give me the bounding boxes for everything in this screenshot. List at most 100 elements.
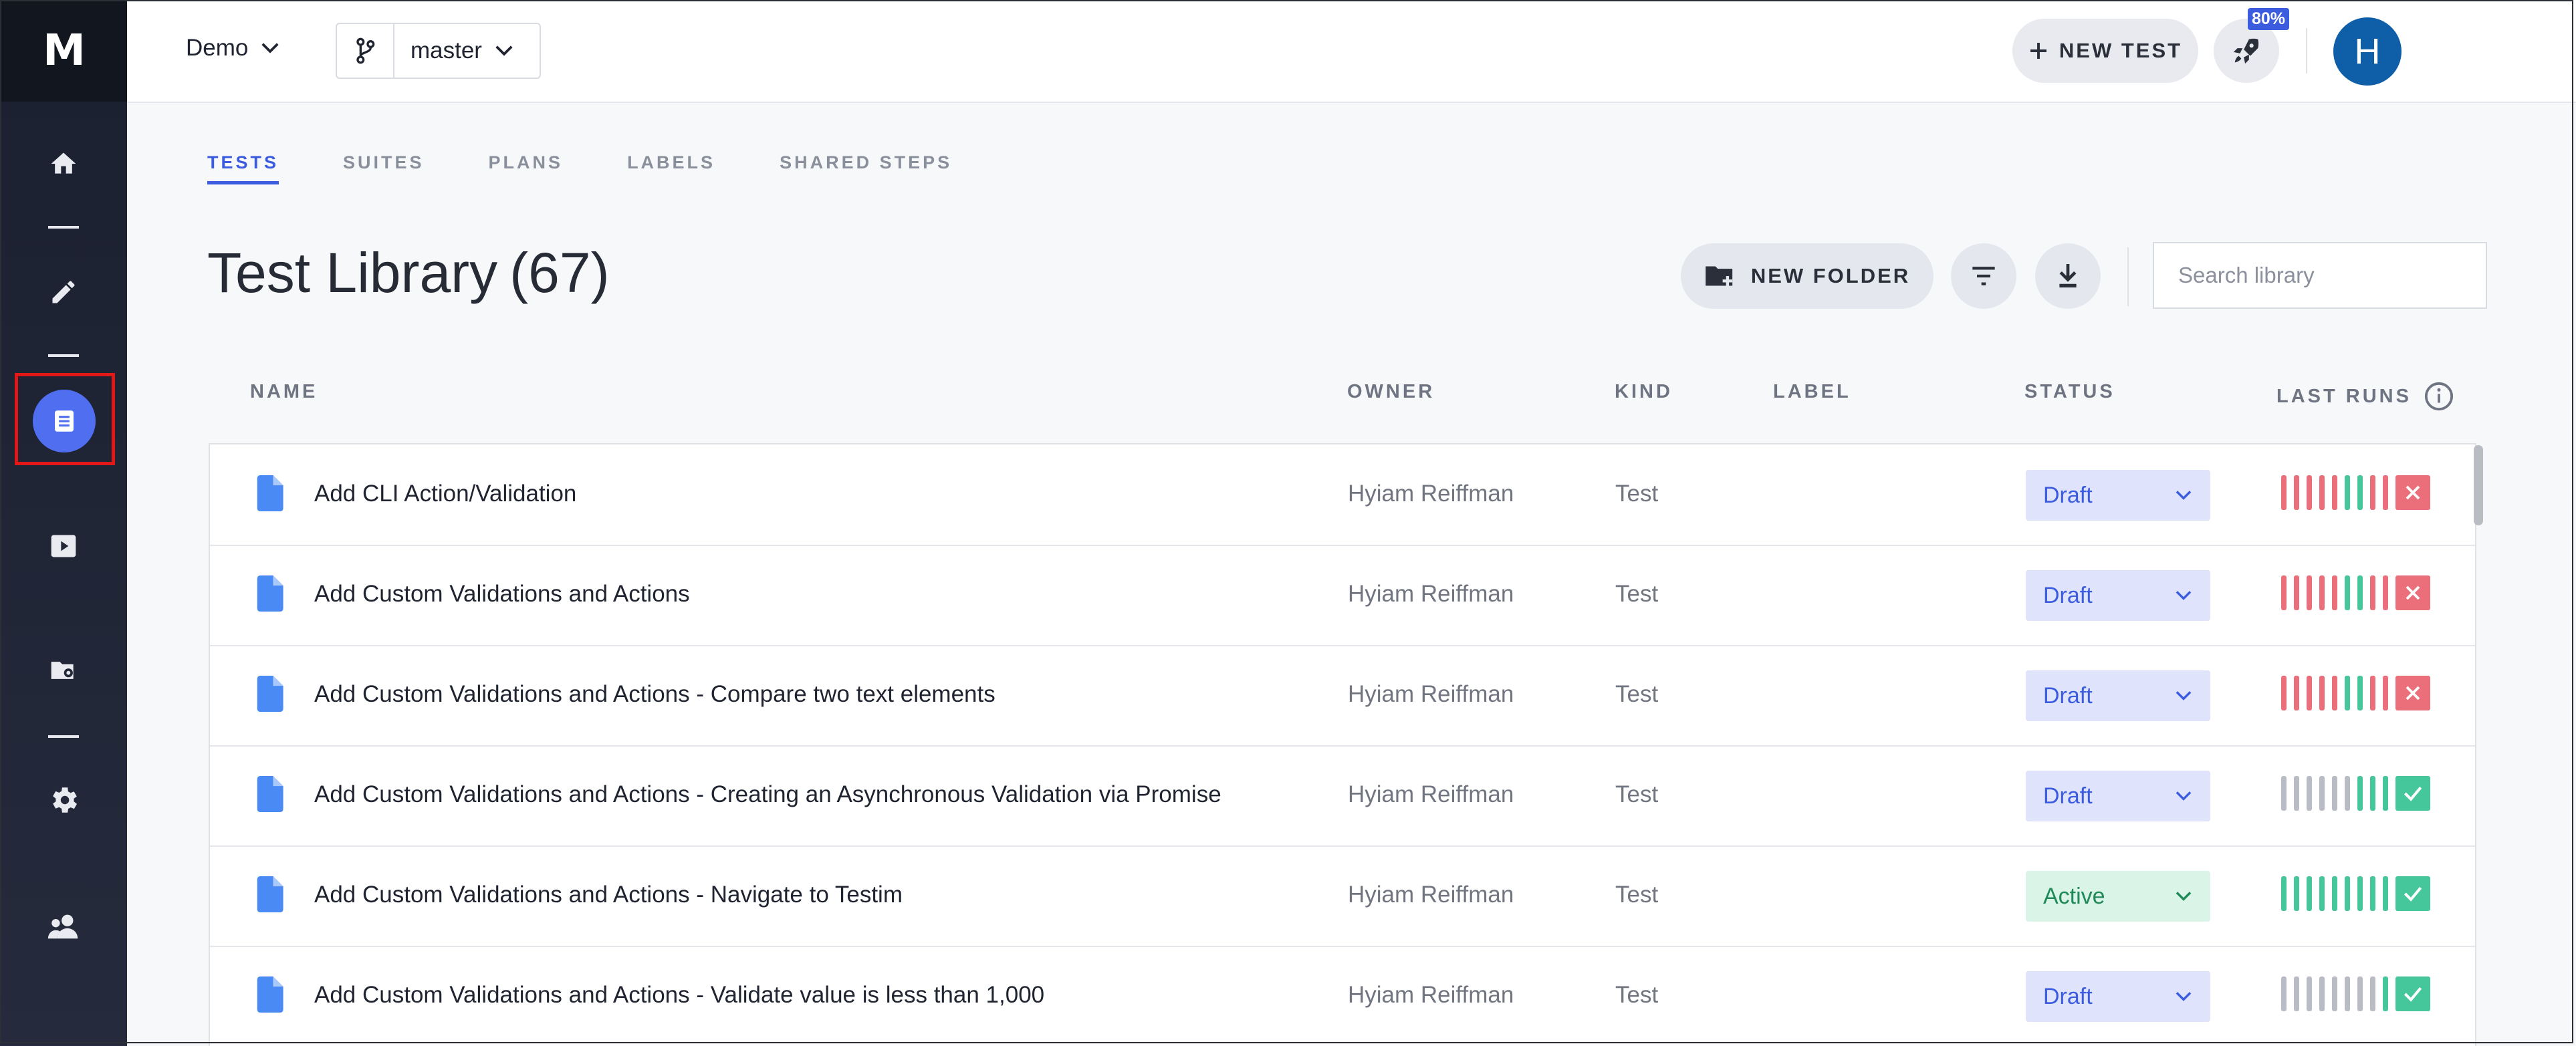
test-name[interactable]: Add Custom Validations and Actions - Com… — [314, 681, 996, 708]
run-bar[interactable] — [2294, 575, 2299, 610]
run-bar[interactable] — [2370, 876, 2375, 911]
run-bar[interactable] — [2357, 475, 2363, 510]
run-bar[interactable] — [2383, 776, 2388, 811]
run-bar[interactable] — [2370, 776, 2375, 811]
new-folder-button[interactable]: NEW FOLDER — [1681, 243, 1934, 309]
run-bar[interactable] — [2319, 776, 2325, 811]
run-bar[interactable] — [2294, 976, 2299, 1011]
run-bar[interactable] — [2370, 575, 2375, 610]
run-bar[interactable] — [2319, 876, 2325, 911]
table-row[interactable]: Add Custom Validations and Actions - Cre… — [210, 745, 2475, 847]
avatar[interactable]: H — [2333, 17, 2402, 86]
run-bar[interactable] — [2307, 475, 2312, 510]
filter-button[interactable] — [1951, 243, 2016, 309]
run-bar[interactable] — [2383, 475, 2388, 510]
run-bar[interactable] — [2357, 976, 2363, 1011]
run-bar[interactable] — [2332, 575, 2337, 610]
column-header-owner[interactable]: OWNER — [1347, 381, 1435, 403]
run-bar[interactable] — [2307, 976, 2312, 1011]
run-bar[interactable] — [2345, 676, 2350, 710]
table-row[interactable]: Add Custom Validations and Actions - Nav… — [210, 845, 2475, 947]
column-header-label[interactable]: LABEL — [1773, 381, 1851, 403]
run-bar[interactable] — [2294, 776, 2299, 811]
run-bar[interactable] — [2281, 976, 2287, 1011]
run-bar[interactable] — [2383, 976, 2388, 1011]
test-name[interactable]: Add Custom Validations and Actions — [314, 581, 690, 608]
status-dropdown[interactable]: Draft — [2026, 670, 2210, 721]
run-bar[interactable] — [2281, 575, 2287, 610]
run-bar[interactable] — [2332, 676, 2337, 710]
run-bar[interactable] — [2383, 676, 2388, 710]
run-bar[interactable] — [2307, 676, 2312, 710]
info-icon[interactable] — [2424, 381, 2454, 412]
run-bar[interactable] — [2319, 976, 2325, 1011]
table-row[interactable]: Add Custom Validations and Actions - Com… — [210, 645, 2475, 747]
search-input[interactable] — [2153, 242, 2487, 309]
tab-labels[interactable]: LABELS — [627, 152, 715, 184]
run-bar[interactable] — [2370, 475, 2375, 510]
last-run-result[interactable] — [2395, 575, 2430, 610]
tab-suites[interactable]: SUITES — [343, 152, 425, 184]
run-bar[interactable] — [2332, 776, 2337, 811]
run-bar[interactable] — [2281, 776, 2287, 811]
project-selector[interactable]: Demo — [186, 35, 280, 61]
tab-shared-steps[interactable]: SHARED STEPS — [780, 152, 952, 184]
last-run-result[interactable] — [2395, 776, 2430, 811]
test-name[interactable]: Add Custom Validations and Actions - Cre… — [314, 781, 1221, 808]
last-run-result[interactable] — [2395, 876, 2430, 911]
new-test-button[interactable]: NEW TEST — [2012, 19, 2198, 83]
status-dropdown[interactable]: Active — [2026, 871, 2210, 922]
run-bar[interactable] — [2345, 575, 2350, 610]
run-bar[interactable] — [2307, 876, 2312, 911]
sidebar-item-editor[interactable] — [33, 262, 94, 322]
run-bar[interactable] — [2345, 876, 2350, 911]
sidebar-item-folder-settings[interactable] — [33, 640, 94, 700]
branch-selector[interactable]: master — [336, 23, 541, 79]
last-run-result[interactable] — [2395, 976, 2430, 1011]
table-row[interactable]: Add Custom Validations and Actions Hyiam… — [210, 545, 2475, 646]
last-run-result[interactable] — [2395, 475, 2430, 510]
table-row[interactable]: Add CLI Action/Validation Hyiam Reiffman… — [210, 444, 2475, 546]
app-logo[interactable]: M — [0, 0, 127, 102]
run-bar[interactable] — [2345, 776, 2350, 811]
run-bar[interactable] — [2319, 575, 2325, 610]
run-bar[interactable] — [2319, 676, 2325, 710]
run-bar[interactable] — [2345, 475, 2350, 510]
run-bar[interactable] — [2332, 475, 2337, 510]
sidebar-item-runs[interactable] — [33, 516, 94, 576]
run-bar[interactable] — [2357, 776, 2363, 811]
tab-plans[interactable]: PLANS — [489, 152, 564, 184]
run-bar[interactable] — [2370, 976, 2375, 1011]
run-bar[interactable] — [2357, 676, 2363, 710]
run-bar[interactable] — [2357, 876, 2363, 911]
run-bar[interactable] — [2307, 776, 2312, 811]
column-header-kind[interactable]: KIND — [1615, 381, 1673, 403]
column-header-status[interactable]: STATUS — [2024, 381, 2115, 403]
run-bar[interactable] — [2332, 976, 2337, 1011]
run-bar[interactable] — [2345, 976, 2350, 1011]
run-bar[interactable] — [2281, 676, 2287, 710]
run-bar[interactable] — [2281, 876, 2287, 911]
test-name[interactable]: Add CLI Action/Validation — [314, 481, 576, 507]
run-bar[interactable] — [2357, 575, 2363, 610]
sidebar-item-settings[interactable] — [33, 770, 94, 830]
status-dropdown[interactable]: Draft — [2026, 470, 2210, 521]
sidebar-item-test-list[interactable] — [33, 390, 96, 452]
run-bar[interactable] — [2307, 575, 2312, 610]
status-dropdown[interactable]: Draft — [2026, 771, 2210, 821]
status-dropdown[interactable]: Draft — [2026, 971, 2210, 1022]
run-bar[interactable] — [2281, 475, 2287, 510]
tab-tests[interactable]: TESTS — [207, 152, 279, 184]
run-bar[interactable] — [2319, 475, 2325, 510]
sidebar-item-team[interactable] — [33, 896, 94, 956]
run-bar[interactable] — [2294, 475, 2299, 510]
status-dropdown[interactable]: Draft — [2026, 570, 2210, 621]
run-bar[interactable] — [2332, 876, 2337, 911]
run-bar[interactable] — [2370, 676, 2375, 710]
last-run-result[interactable] — [2395, 676, 2430, 710]
sidebar-item-home[interactable] — [33, 134, 94, 194]
run-bar[interactable] — [2294, 676, 2299, 710]
test-name[interactable]: Add Custom Validations and Actions - Val… — [314, 982, 1044, 1009]
run-bar[interactable] — [2383, 575, 2388, 610]
test-name[interactable]: Add Custom Validations and Actions - Nav… — [314, 882, 903, 908]
